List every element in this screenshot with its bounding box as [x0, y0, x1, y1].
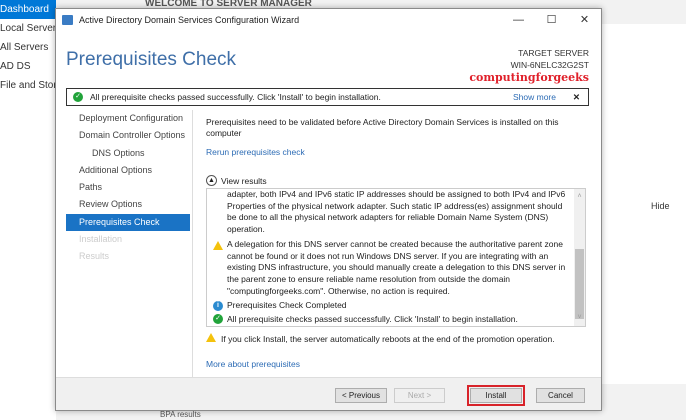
- previous-button[interactable]: < Previous: [335, 388, 387, 403]
- close-button[interactable]: ✕: [568, 9, 601, 31]
- view-results-label: View results: [221, 175, 267, 186]
- cancel-button[interactable]: Cancel: [536, 388, 585, 403]
- dismiss-banner-button[interactable]: ✕: [573, 92, 580, 103]
- scrollbar-thumb[interactable]: [575, 249, 584, 319]
- nav-results: Results: [79, 251, 110, 262]
- wizard-nav: Deployment Configuration Domain Controll…: [66, 110, 190, 266]
- result-text: adapter, both IPv4 and IPv6 static IP ad…: [227, 189, 566, 235]
- success-icon: ✓: [73, 92, 83, 102]
- sidebar-item-dashboard[interactable]: Dashboard: [0, 0, 56, 19]
- sidebar-item-file-storage[interactable]: File and Storage Services: [0, 76, 56, 95]
- warning-icon: [206, 333, 216, 342]
- hide-link[interactable]: Hide: [651, 201, 670, 211]
- button-bar: < Previous Next > Install Cancel: [56, 377, 601, 410]
- success-icon: ✓: [213, 314, 223, 325]
- nav-additional-options[interactable]: Additional Options: [66, 162, 190, 179]
- server-manager-sidebar: Dashboard Local Server All Servers AD DS…: [0, 0, 56, 420]
- result-text: All prerequisite checks passed successfu…: [227, 314, 518, 325]
- result-item: ✓ All prerequisite checks passed successf…: [207, 314, 585, 326]
- nav-review-options[interactable]: Review Options: [66, 196, 190, 213]
- content-area: Prerequisites need to be validated befor…: [206, 117, 586, 158]
- status-banner: ✓ All prerequisite checks passed success…: [66, 88, 589, 106]
- target-server-name: WIN-6NELC32G2ST: [510, 60, 589, 70]
- page-title: Prerequisites Check: [66, 49, 237, 70]
- nav-paths[interactable]: Paths: [66, 179, 190, 196]
- maximize-button[interactable]: ☐: [535, 9, 568, 31]
- result-text: Prerequisites Check Completed: [227, 300, 347, 311]
- nav-deployment-configuration[interactable]: Deployment Configuration: [66, 110, 190, 127]
- nav-dns-options[interactable]: DNS Options: [66, 145, 190, 162]
- result-item: i Prerequisites Check Completed: [207, 300, 585, 312]
- target-server-label: TARGET SERVER: [518, 48, 589, 58]
- ad-wizard-icon: [62, 15, 73, 25]
- reboot-warning-text: If you click Install, the server automat…: [221, 333, 555, 344]
- next-button: Next >: [394, 388, 445, 403]
- scroll-down-icon[interactable]: ˅: [574, 312, 585, 324]
- results-list[interactable]: adapter, both IPv4 and IPv6 static IP ad…: [206, 188, 586, 327]
- show-more-link[interactable]: Show more: [513, 92, 556, 102]
- intro-text: Prerequisites need to be validated befor…: [206, 117, 559, 138]
- reboot-warning: If you click Install, the server automat…: [206, 333, 555, 344]
- scroll-up-icon[interactable]: ˄: [574, 191, 585, 203]
- nav-domain-controller-options[interactable]: Domain Controller Options: [66, 127, 190, 144]
- result-item: adapter, both IPv4 and IPv6 static IP ad…: [207, 189, 585, 236]
- target-server: TARGET SERVER WIN-6NELC32G2ST: [511, 47, 589, 71]
- result-item: A delegation for this DNS server cannot …: [207, 239, 585, 298]
- nav-installation: Installation: [79, 234, 123, 245]
- minimize-button[interactable]: —: [502, 9, 535, 31]
- more-about-prerequisites-link[interactable]: More about prerequisites: [206, 359, 300, 369]
- sidebar-item-all-servers[interactable]: All Servers: [0, 38, 56, 57]
- nav-prerequisites-check[interactable]: Prerequisites Check: [66, 213, 190, 232]
- results-scrollbar[interactable]: ˄ ˅: [574, 189, 585, 326]
- chevron-up-icon: ▲: [206, 175, 217, 186]
- banner-text: All prerequisite checks passed successfu…: [90, 92, 381, 102]
- result-text: A delegation for this DNS server cannot …: [227, 238, 566, 296]
- sidebar-item-local-server[interactable]: Local Server: [0, 19, 56, 38]
- background-panel: [600, 24, 686, 384]
- view-results-toggle[interactable]: ▲ View results: [206, 175, 267, 186]
- warning-icon: [213, 240, 223, 250]
- watermark: computingforgeeks: [469, 71, 589, 84]
- divider: [192, 110, 193, 380]
- title-bar: Active Directory Domain Services Configu…: [56, 9, 601, 31]
- rerun-link[interactable]: Rerun prerequisites check: [206, 147, 586, 158]
- info-icon: i: [213, 301, 223, 312]
- install-button[interactable]: Install: [467, 385, 525, 406]
- wizard-dialog: Active Directory Domain Services Configu…: [55, 8, 602, 411]
- window-title: Active Directory Domain Services Configu…: [79, 15, 300, 25]
- sidebar-item-ad-ds[interactable]: AD DS: [0, 57, 56, 76]
- bpa-results-label: BPA results: [160, 410, 201, 419]
